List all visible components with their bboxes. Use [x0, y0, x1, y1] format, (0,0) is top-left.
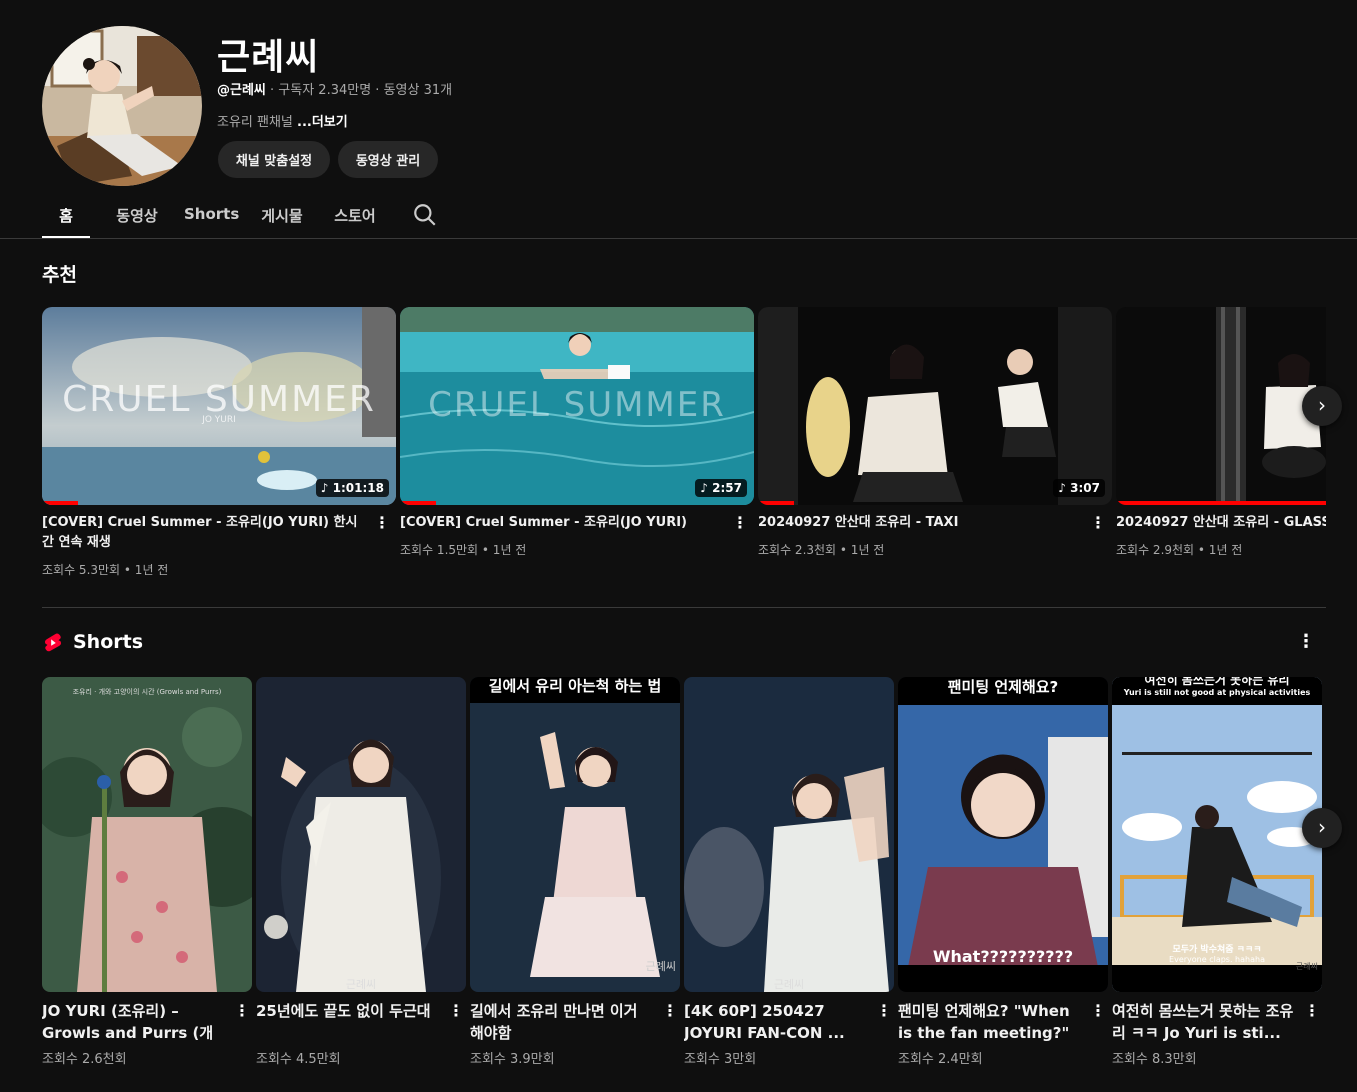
tab-shorts[interactable]: Shorts: [184, 196, 239, 238]
short-caption-sub: Yuri is still not good at physical activ…: [1123, 688, 1311, 697]
short-thumbnail[interactable]: 근례씨: [684, 677, 894, 992]
shorts-heading: Shorts: [73, 631, 144, 653]
channel-tabs: 홈 동영상 Shorts 게시물 스토어: [42, 196, 468, 238]
video-title[interactable]: [COVER] Cruel Summer - 조유리(JO YURI) 한시간 …: [42, 513, 396, 553]
video-thumbnail[interactable]: CRUEL SUMMER JO YURI ♪ 1:01:18: [42, 307, 396, 505]
short-overlay-text: 조유리 · 개와 고양이의 시간 (Growls and Purrs): [72, 688, 222, 696]
short-thumbnail[interactable]: 여전히 몸쓰는거 못하는 유리 Yuri is still not good a…: [1112, 677, 1322, 992]
more-vert-icon[interactable]: ⋮: [730, 513, 750, 533]
section-divider: [42, 607, 1326, 608]
short-card[interactable]: 여전히 몸쓰는거 못하는 유리 Yuri is still not good a…: [1112, 677, 1322, 1067]
more-vert-icon[interactable]: ⋮: [1088, 513, 1108, 533]
video-thumbnail[interactable]: [1116, 307, 1326, 505]
more-vert-icon[interactable]: ⋮: [1088, 1000, 1108, 1022]
customize-channel-button[interactable]: 채널 맞춤설정: [218, 141, 330, 178]
short-watermark: 근례씨: [345, 978, 377, 991]
video-thumbnail[interactable]: CRUEL SUMMER ♪ 2:57: [400, 307, 754, 505]
duration-badge: ♪ 1:01:18: [315, 479, 389, 497]
short-card[interactable]: 근례씨 25년에도 끝도 없이 두근대 ⋮ 조회수 4.5만회: [256, 677, 466, 1067]
channel-meta: @근례씨 · 구독자 2.34만명 · 동영상 31개: [217, 79, 452, 98]
short-title[interactable]: [4K 60P] 250427 JOYURI FAN-CON ... ⋮: [684, 1000, 894, 1044]
short-watermark: 근례씨: [1295, 962, 1318, 971]
channel-header: 근례씨 @근례씨 · 구독자 2.34만명 · 동영상 31개 조유리 팬채널 …: [42, 26, 1332, 188]
channel-description: 조유리 팬채널 ...더보기: [217, 111, 348, 130]
video-title[interactable]: 20240927 안산대 조유리 - TAXI ⋮: [758, 513, 1112, 533]
more-vert-icon[interactable]: ⋮: [372, 513, 392, 533]
short-stats: 조회수 3.9만회: [470, 1052, 555, 1067]
video-stats: 조회수 5.3만회 • 1년 전: [42, 563, 169, 577]
channel-avatar[interactable]: [42, 26, 202, 186]
duration-badge: ♪ 2:57: [695, 479, 747, 497]
search-icon[interactable]: [382, 196, 468, 238]
video-stats: 조회수 1.5만회 • 1년 전: [400, 543, 527, 557]
watch-progress: [400, 501, 436, 505]
short-title[interactable]: 팬미팅 언제해요? "When is the fan meeting?" ⋮: [898, 1000, 1108, 1044]
thumb-sub-text: JO YURI: [202, 415, 236, 425]
more-link[interactable]: ...더보기: [297, 115, 348, 130]
short-stats: 조회수 3만회: [684, 1052, 757, 1067]
channel-name: 근례씨: [217, 37, 320, 78]
short-watermark: 근례씨: [645, 960, 676, 973]
short-caption-top: 팬미팅 언제해요?: [947, 678, 1059, 696]
short-caption-bottom: 모두가 박수쳐줌 ㅋㅋㅋ: [1172, 945, 1262, 955]
short-stats: 조회수 4.5만회: [256, 1052, 341, 1067]
video-card[interactable]: CRUEL SUMMER ♪ 2:57 [COVER] Cruel Summer…: [400, 307, 754, 558]
featured-heading: 추천: [42, 264, 77, 286]
short-thumbnail[interactable]: 조유리 · 개와 고양이의 시간 (Growls and Purrs): [42, 677, 252, 992]
channel-stats: · 구독자 2.34만명 · 동영상 31개: [270, 83, 453, 98]
short-thumbnail[interactable]: 팬미팅 언제해요? What??????????: [898, 677, 1108, 992]
duration-badge: ♪ 3:07: [1053, 479, 1105, 497]
shorts-logo-icon: [42, 632, 64, 658]
short-title[interactable]: 길에서 조유리 만나면 이거 해야함 ⋮: [470, 1000, 680, 1044]
short-thumbnail[interactable]: 길에서 유리 아는척 하는 법 근례씨: [470, 677, 680, 992]
short-title[interactable]: JO YURI (조유리) – Growls and Purrs (개와...⋮: [42, 1000, 252, 1044]
short-watermark: 근례씨: [773, 978, 805, 991]
short-caption-top: 여전히 몸쓰는거 못하는 유리: [1144, 677, 1290, 687]
thumb-title-text: CRUEL SUMMER: [62, 379, 376, 420]
tab-videos[interactable]: 동영상: [90, 196, 184, 238]
more-vert-icon[interactable]: ⋮: [1302, 1000, 1322, 1022]
tab-store[interactable]: 스토어: [328, 196, 382, 238]
video-card[interactable]: 20240927 안산대 조유리 - GLASSY 조회수 2.9천회 • 1년…: [1116, 307, 1326, 558]
tabs-divider: [0, 238, 1357, 239]
more-vert-icon[interactable]: ⋮: [660, 1000, 680, 1022]
more-vert-icon[interactable]: ⋮: [1296, 631, 1316, 655]
video-stats: 조회수 2.3천회 • 1년 전: [758, 543, 885, 557]
short-caption-bottom: What??????????: [932, 947, 1074, 966]
tab-home[interactable]: 홈: [42, 196, 90, 238]
video-card[interactable]: ♪ 3:07 20240927 안산대 조유리 - TAXI ⋮ 조회수 2.3천…: [758, 307, 1112, 558]
more-vert-icon[interactable]: ⋮: [446, 1000, 466, 1022]
short-card[interactable]: 조유리 · 개와 고양이의 시간 (Growls and Purrs) JO Y…: [42, 677, 252, 1067]
chevron-right-icon[interactable]: ›: [1302, 808, 1342, 848]
more-vert-icon[interactable]: ⋮: [874, 1000, 894, 1022]
short-thumbnail[interactable]: 근례씨: [256, 677, 466, 992]
video-title[interactable]: [COVER] Cruel Summer - 조유리(JO YURI) ⋮: [400, 513, 754, 533]
short-card[interactable]: 팬미팅 언제해요? What?????????? 팬미팅 언제해요? "When…: [898, 677, 1108, 1067]
short-title[interactable]: 여전히 몸쓰는거 못하는 조유리 ㅋㅋ Jo Yuri is sti... ⋮: [1112, 1000, 1322, 1044]
watch-progress: [1116, 501, 1326, 505]
video-title[interactable]: 20240927 안산대 조유리 - GLASSY: [1116, 513, 1326, 533]
short-caption-top: 길에서 유리 아는척 하는 법: [488, 677, 662, 695]
thumb-title-text: CRUEL SUMMER: [428, 385, 726, 425]
video-card[interactable]: CRUEL SUMMER JO YURI ♪ 1:01:18 [COVER] C…: [42, 307, 396, 578]
tab-posts[interactable]: 게시물: [236, 196, 328, 238]
short-stats: 조회수 8.3만회: [1112, 1052, 1197, 1067]
short-title[interactable]: 25년에도 끝도 없이 두근대 ⋮: [256, 1000, 466, 1044]
description-text: 조유리 팬채널: [217, 115, 298, 130]
video-stats: 조회수 2.9천회 • 1년 전: [1116, 543, 1243, 557]
manage-videos-button[interactable]: 동영상 관리: [338, 141, 438, 178]
watch-progress: [42, 501, 78, 505]
short-card[interactable]: 근례씨 [4K 60P] 250427 JOYURI FAN-CON ... ⋮ …: [684, 677, 894, 1067]
channel-handle: @근례씨: [217, 83, 266, 98]
more-vert-icon[interactable]: ⋮: [232, 1000, 252, 1022]
short-card[interactable]: 길에서 유리 아는척 하는 법 근례씨 길에서 조유리 만나면 이거 해야함 ⋮ …: [470, 677, 680, 1067]
watch-progress: [758, 501, 794, 505]
video-thumbnail[interactable]: ♪ 3:07: [758, 307, 1112, 505]
short-stats: 조회수 2.6천회: [42, 1052, 127, 1067]
short-stats: 조회수 2.4만회: [898, 1052, 983, 1067]
chevron-right-icon[interactable]: ›: [1302, 386, 1342, 426]
